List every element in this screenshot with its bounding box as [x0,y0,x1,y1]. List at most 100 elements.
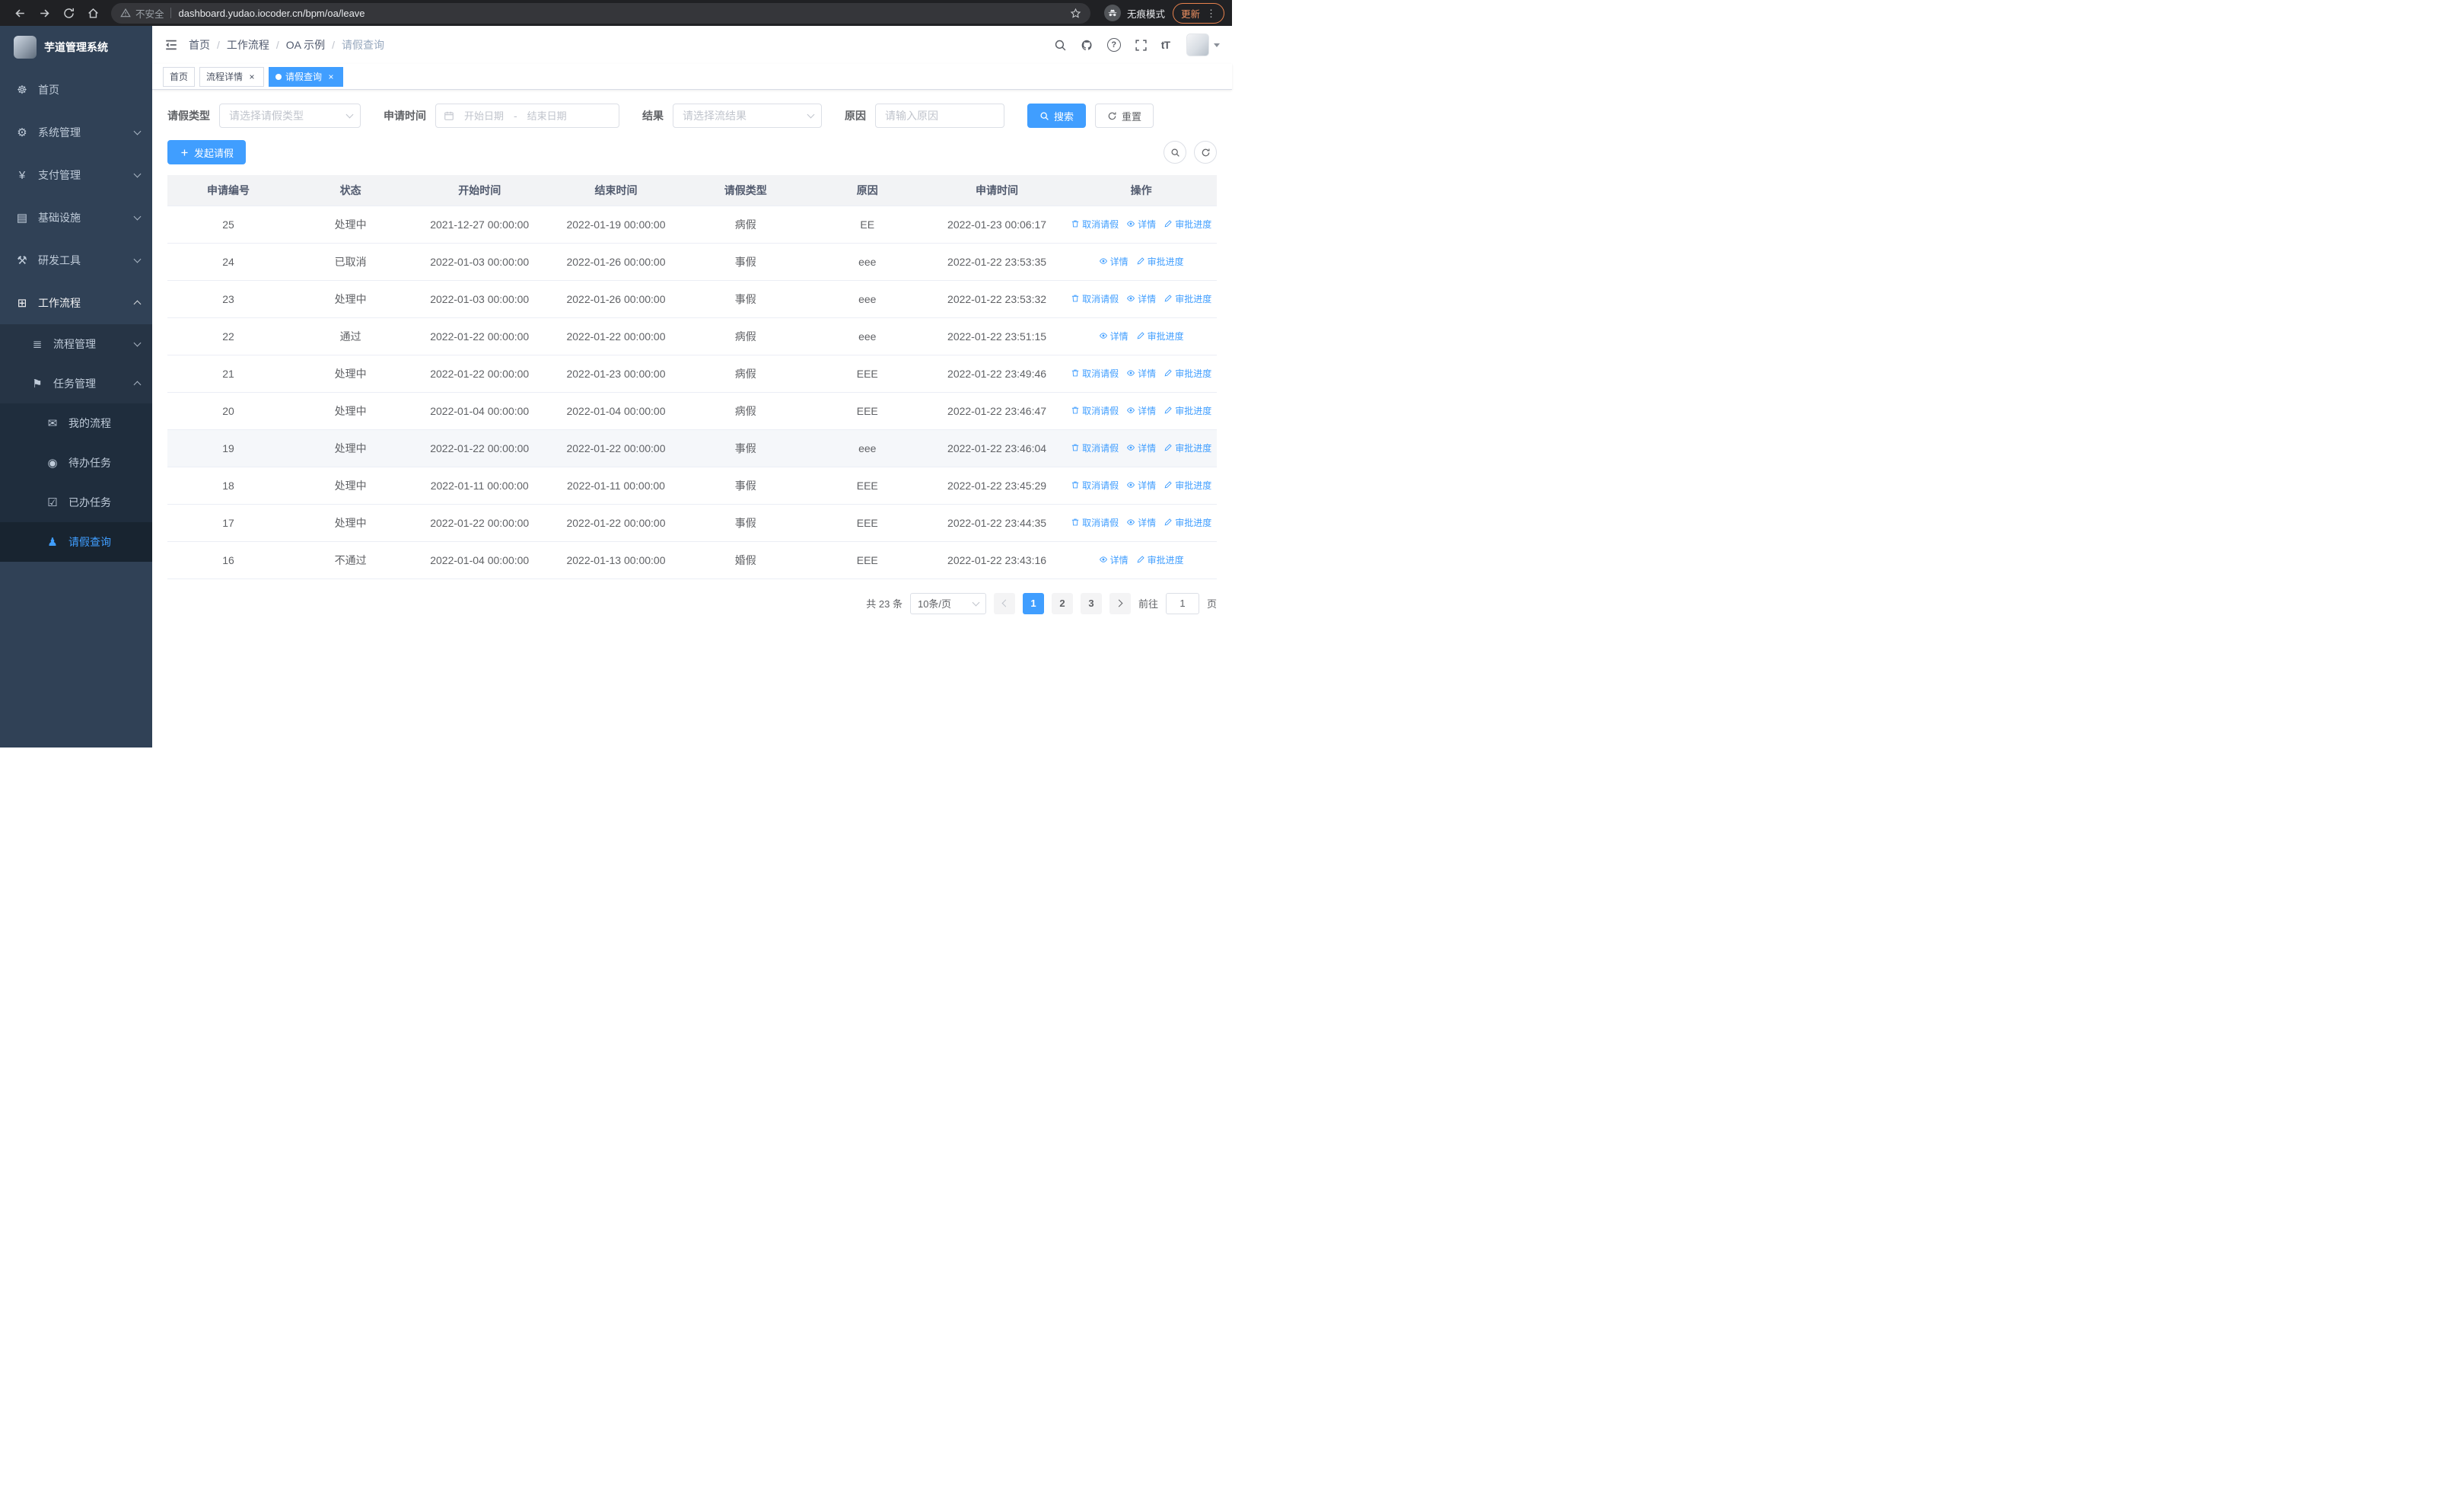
toggle-search-button[interactable] [1164,141,1186,164]
breadcrumb-item-home[interactable]: 首页 [189,37,210,53]
cell-type: 病假 [684,355,807,393]
chevron-right-icon [1115,599,1123,607]
github-icon[interactable] [1081,39,1094,52]
breadcrumb-item-oa-example[interactable]: OA 示例 [286,37,325,53]
reason-input[interactable] [885,110,995,122]
result-select[interactable]: 请选择流结果 [673,104,822,128]
cell-id: 16 [167,541,289,579]
forward-button[interactable] [33,2,55,24]
reset-button[interactable]: 重置 [1095,104,1154,128]
action-detail-link[interactable]: 详情 [1126,516,1156,529]
cell-applied: 2022-01-22 23:45:29 [928,467,1066,505]
cell-start: 2022-01-04 00:00:00 [412,541,548,579]
action-detail-link[interactable]: 详情 [1099,255,1129,268]
chevron-down-icon [133,212,142,221]
action-detail-link[interactable]: 详情 [1126,292,1156,305]
tab-leave-query[interactable]: 请假查询 × [269,66,344,87]
security-label[interactable]: 不安全 [135,6,164,21]
action-detail-link[interactable]: 详情 [1126,479,1156,492]
sidebar-item-infrastructure[interactable]: ▤ 基础设施 [0,196,152,239]
help-icon[interactable]: ? [1106,38,1121,52]
action-detail-link[interactable]: 详情 [1126,441,1156,454]
app-logo[interactable]: 芋道管理系统 [0,26,152,69]
action-detail-link[interactable]: 详情 [1099,330,1129,343]
sidebar-item-task-management[interactable]: ⚑ 任务管理 [0,364,152,403]
browser-update-menu-chip[interactable]: 更新 ⋮ [1172,2,1224,24]
cell-applied: 2022-01-22 23:44:35 [928,504,1066,542]
url-text[interactable]: dashboard.yudao.iocoder.cn/bpm/oa/leave [179,8,1064,19]
action-cancel-link[interactable]: 取消请假 [1071,479,1119,492]
cell-end: 2022-01-22 00:00:00 [547,429,685,467]
search-icon[interactable] [1054,39,1067,52]
action-progress-link[interactable]: 审批进度 [1164,292,1211,305]
close-icon[interactable]: × [247,72,257,82]
action-progress-link[interactable]: 审批进度 [1164,218,1211,231]
fullscreen-icon[interactable] [1135,39,1148,52]
sidebar-item-todo-tasks[interactable]: ◉ 待办任务 [0,443,152,483]
action-progress-link[interactable]: 审批进度 [1164,516,1211,529]
reload-button[interactable] [58,2,79,24]
goto-page-input[interactable] [1165,592,1199,614]
sidebar-item-system-management[interactable]: ⚙ 系统管理 [0,111,152,154]
leave-type-select[interactable]: 请选择请假类型 [219,104,361,128]
action-detail-link[interactable]: 详情 [1126,218,1156,231]
cell-id: 18 [167,467,289,505]
sidebar-item-leave-query[interactable]: ♟ 请假查询 [0,522,152,562]
create-leave-button[interactable]: 发起请假 [167,140,247,164]
action-progress-link[interactable]: 审批进度 [1164,441,1211,454]
breadcrumb-item-workflow[interactable]: 工作流程 [227,37,269,53]
action-detail-link[interactable]: 详情 [1099,553,1129,566]
sidebar-item-my-processes[interactable]: ✉ 我的流程 [0,403,152,443]
tab-home[interactable]: 首页 [163,66,196,87]
briefcase-icon: ⊞ [17,297,27,310]
action-cancel-link[interactable]: 取消请假 [1071,218,1119,231]
prev-page-button[interactable] [993,592,1015,614]
divider [170,8,171,18]
action-cancel-link[interactable]: 取消请假 [1071,367,1119,380]
chevron-down-icon [345,110,354,119]
refresh-table-button[interactable] [1194,141,1217,164]
user-menu[interactable] [1186,33,1220,56]
action-cancel-link[interactable]: 取消请假 [1071,441,1119,454]
font-size-icon[interactable]: tT [1161,39,1170,51]
action-progress-link[interactable]: 审批进度 [1136,553,1184,566]
action-cancel-link[interactable]: 取消请假 [1071,404,1119,417]
search-button[interactable]: 搜索 [1027,104,1087,128]
back-button[interactable] [9,2,30,24]
table-row: 19 处理中 2022-01-22 00:00:00 2022-01-22 00:00… [167,429,1217,467]
apply-time-range-picker[interactable]: - [435,104,619,128]
cell-end: 2022-01-23 00:00:00 [547,355,685,393]
collapse-sidebar-icon[interactable] [164,38,178,52]
page-3-button[interactable]: 3 [1080,592,1102,614]
action-progress-link[interactable]: 审批进度 [1164,404,1211,417]
cell-start: 2022-01-03 00:00:00 [412,280,548,318]
end-date-input[interactable] [523,110,571,122]
sidebar-item-done-tasks[interactable]: ☑ 已办任务 [0,483,152,522]
sidebar-item-process-management[interactable]: ≣ 流程管理 [0,324,152,364]
menu-dots-icon[interactable]: ⋮ [1206,8,1216,18]
home-button[interactable] [82,2,103,24]
sidebar-item-home[interactable]: ☸ 首页 [0,69,152,111]
action-progress-link[interactable]: 审批进度 [1164,367,1211,380]
action-progress-link[interactable]: 审批进度 [1136,330,1184,343]
action-progress-link[interactable]: 审批进度 [1136,255,1184,268]
page-size-select[interactable]: 10条/页 [909,592,986,614]
action-detail-link[interactable]: 详情 [1126,404,1156,417]
action-progress-link[interactable]: 审批进度 [1164,479,1211,492]
action-cancel-link[interactable]: 取消请假 [1071,292,1119,305]
next-page-button[interactable] [1109,592,1131,614]
page-2-button[interactable]: 2 [1051,592,1073,614]
bookmark-star-icon[interactable] [1070,8,1081,19]
sidebar-item-payment-management[interactable]: ¥ 支付管理 [0,154,152,196]
start-date-input[interactable] [460,110,508,122]
sidebar-item-dev-tools[interactable]: ⚒ 研发工具 [0,239,152,282]
action-detail-link[interactable]: 详情 [1126,367,1156,380]
action-cancel-link[interactable]: 取消请假 [1071,516,1119,529]
address-bar[interactable]: 不安全 dashboard.yudao.iocoder.cn/bpm/oa/le… [111,2,1090,24]
tab-process-detail[interactable]: 流程详情 × [199,66,265,87]
sidebar-item-workflow[interactable]: ⊞ 工作流程 [0,282,152,324]
chevron-down-icon [133,170,142,178]
close-icon[interactable]: × [326,72,336,82]
plus-icon [181,148,188,156]
page-1-button[interactable]: 1 [1022,592,1044,614]
